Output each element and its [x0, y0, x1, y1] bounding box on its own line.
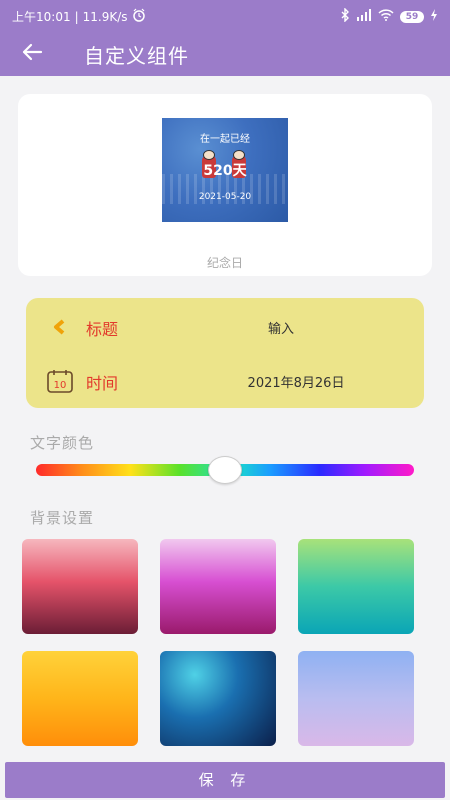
title-row[interactable]: 标题 输入 — [26, 302, 424, 352]
background-option-4[interactable] — [22, 651, 138, 746]
title-label: 标题 — [86, 320, 119, 339]
arrow-left-icon — [21, 43, 43, 65]
background-option-2[interactable] — [160, 539, 276, 634]
battery-icon: 59 — [400, 10, 424, 23]
status-bar: 上午10:01 | 11.9K/s 59 — [0, 0, 450, 32]
time-label: 时间 — [86, 374, 119, 393]
background-label: 背景设置 — [30, 509, 95, 527]
title-input[interactable]: 输入 — [196, 318, 366, 337]
preview-days: 520天 — [203, 163, 247, 179]
preview-caption: 纪念日 — [206, 256, 243, 270]
clock: 上午10:01 — [12, 10, 71, 24]
calendar-icon: 10 — [46, 368, 74, 394]
widget-preview-card: 在一起已经 520天 2021-05-20 纪念日 — [18, 94, 432, 276]
separator: | — [74, 9, 79, 24]
settings-form: 标题 输入 10 时间 2021年8月26日 — [26, 298, 424, 408]
cellular-icon — [356, 9, 372, 24]
preview-date: 2021-05-20 — [198, 192, 252, 202]
calendar-day: 10 — [54, 380, 67, 391]
app-bar: 自定义组件 — [0, 32, 450, 76]
background-option-5[interactable] — [160, 651, 276, 746]
time-value[interactable]: 2021年8月26日 — [206, 372, 386, 391]
text-color-label: 文字颜色 — [30, 434, 95, 452]
figure-left-head — [203, 150, 215, 160]
bluetooth-icon — [340, 7, 350, 25]
time-row[interactable]: 10 时间 2021年8月26日 — [26, 356, 424, 406]
network-speed: 11.9K/s — [82, 9, 128, 24]
charging-icon — [430, 9, 438, 24]
wifi-icon — [378, 9, 394, 24]
back-button[interactable] — [16, 39, 48, 69]
page-title: 自定义组件 — [84, 44, 189, 68]
save-button[interactable]: 保 存 — [5, 762, 445, 798]
preview-heading: 在一起已经 — [200, 134, 250, 145]
background-option-6[interactable] — [298, 651, 414, 746]
background-option-1[interactable] — [22, 539, 138, 634]
slider-thumb[interactable] — [208, 456, 242, 484]
figure-right-head — [233, 150, 245, 160]
background-option-3[interactable] — [298, 539, 414, 634]
alarm-icon — [132, 8, 146, 25]
chevron-left-icon — [46, 314, 74, 340]
widget-preview-image[interactable]: 在一起已经 520天 2021-05-20 — [162, 118, 288, 222]
